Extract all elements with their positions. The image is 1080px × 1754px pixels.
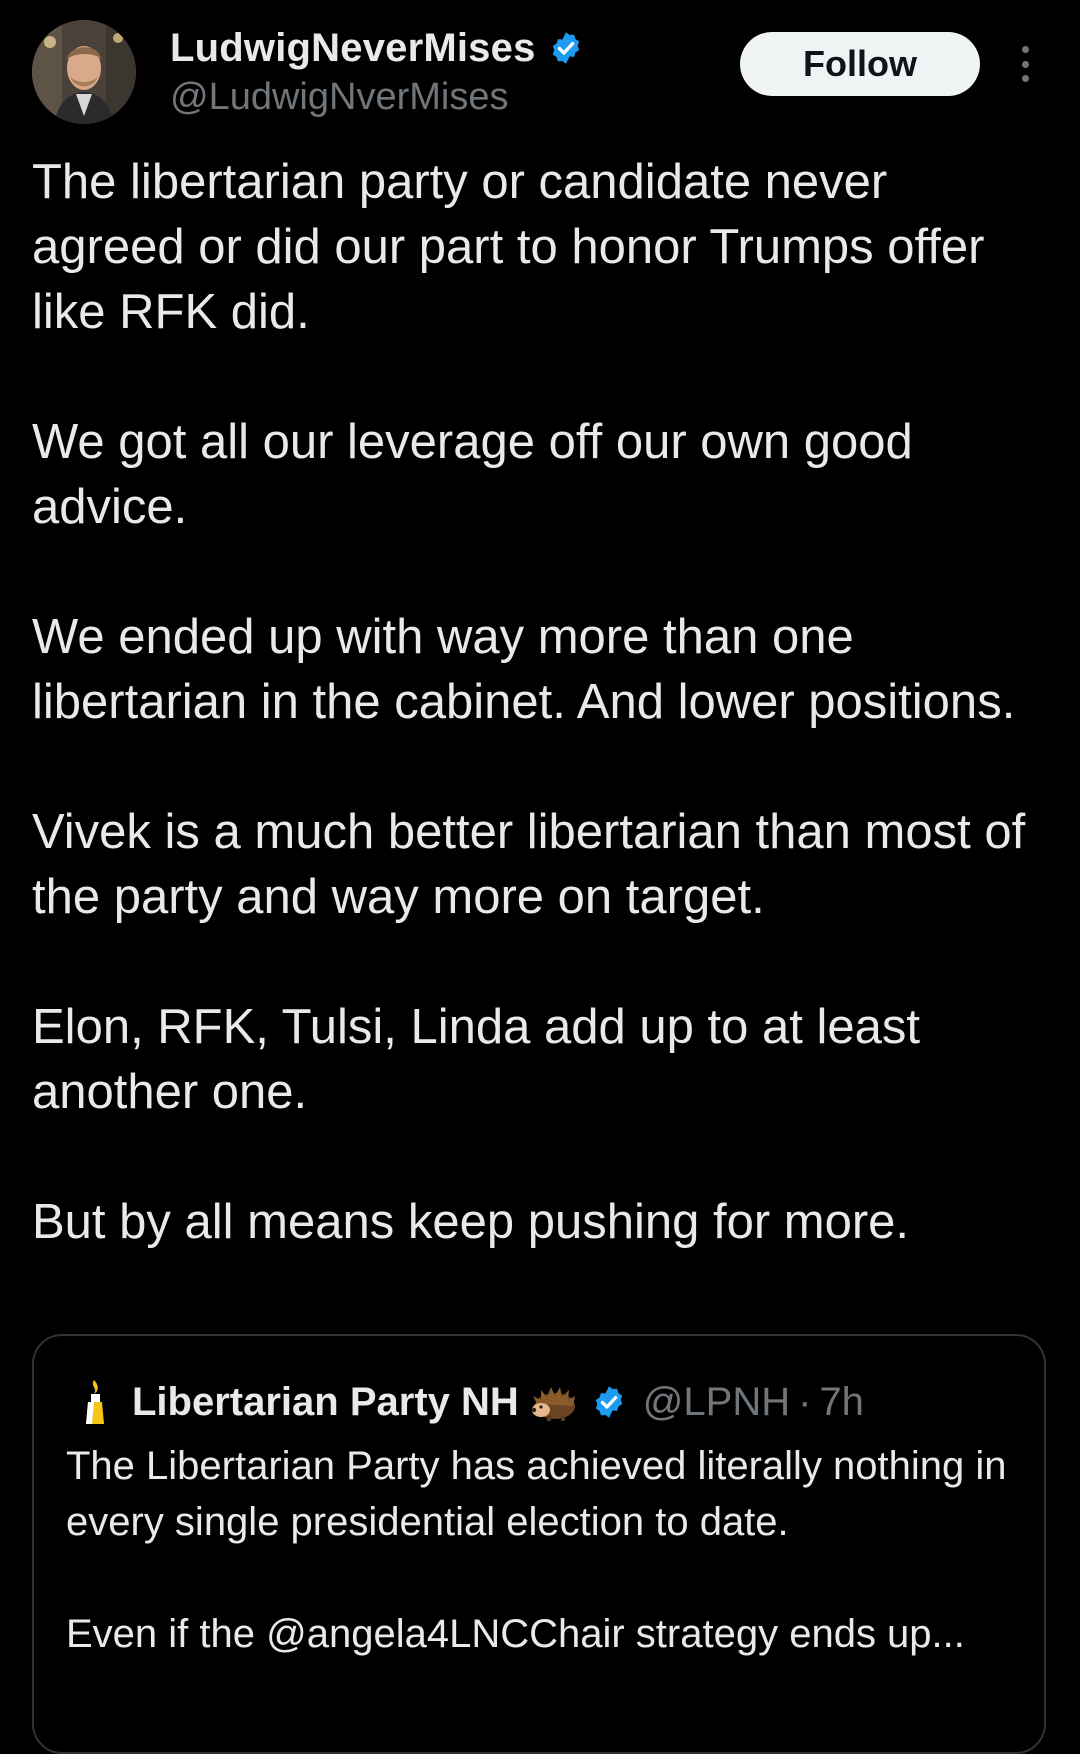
quoted-post-time[interactable]: 7h	[819, 1380, 864, 1425]
author-name-block: LudwigNeverMises @LudwigNverMises	[170, 22, 584, 119]
post-paragraph: But by all means keep pushing for more.	[32, 1195, 910, 1249]
quoted-author-handle[interactable]: @LPNH	[643, 1380, 790, 1425]
author-display-name[interactable]: LudwigNeverMises	[170, 26, 536, 71]
post-paragraph: We ended up with way more than one liber…	[32, 610, 1016, 729]
more-dot	[1021, 75, 1029, 82]
quoted-post-text: The Libertarian Party has achieved liter…	[66, 1438, 1026, 1718]
more-dot	[1021, 60, 1029, 68]
quoted-post-paragraph: The Libertarian Party has achieved liter…	[66, 1444, 1007, 1544]
post-header: LudwigNeverMises @LudwigNverMises Follow	[32, 20, 1048, 130]
author-avatar[interactable]	[32, 20, 136, 124]
verified-badge-icon[interactable]	[591, 1384, 627, 1420]
quoted-author-display-name[interactable]: Libertarian Party NH	[132, 1380, 519, 1425]
quoted-post-header: Libertarian Party NH @LPNH · 7h	[74, 1374, 864, 1430]
display-name-row: LudwigNeverMises	[170, 22, 584, 74]
author-handle[interactable]: @LudwigNverMises	[170, 76, 584, 119]
post-paragraph: Elon, RFK, Tulsi, Linda add up to at lea…	[32, 1000, 920, 1119]
more-dot	[1021, 46, 1029, 53]
hedgehog-emoji	[531, 1387, 575, 1421]
avatar-photo	[32, 20, 136, 124]
quoted-post-paragraph: Even if the @angela4LNCChair strategy en…	[66, 1612, 965, 1656]
quoted-post-card[interactable]: Libertarian Party NH @LPNH · 7h The Libe…	[32, 1334, 1046, 1754]
follow-button[interactable]: Follow	[740, 32, 980, 96]
verified-badge-icon[interactable]	[548, 30, 584, 66]
post-paragraph: We got all our leverage off our own good…	[32, 415, 913, 534]
more-vertical-icon[interactable]	[1010, 42, 1040, 86]
post-paragraph: Vivek is a much better libertarian than …	[32, 805, 1026, 924]
post: LudwigNeverMises @LudwigNverMises Follow…	[0, 0, 1080, 1754]
separator-dot: ·	[798, 1379, 812, 1424]
post-text: The libertarian party or candidate never…	[32, 150, 1048, 1255]
torch-icon[interactable]	[74, 1376, 116, 1428]
post-paragraph: The libertarian party or candidate never…	[32, 155, 985, 339]
